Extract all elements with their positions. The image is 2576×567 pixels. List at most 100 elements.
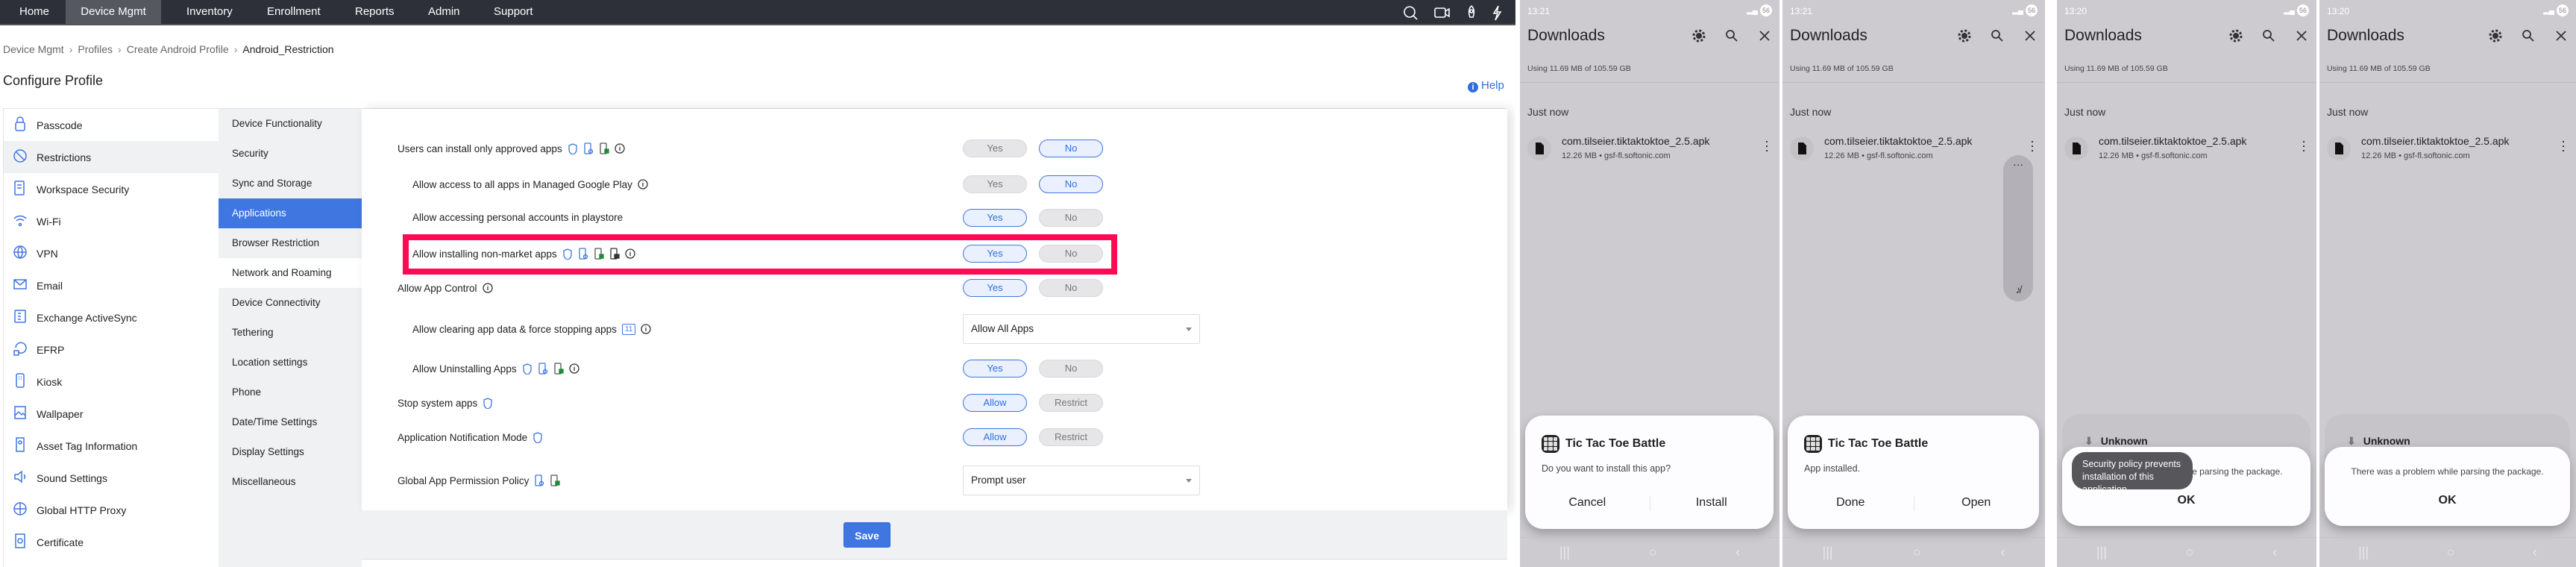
subnav-item-sync-and-storage[interactable]: Sync and Storage	[219, 169, 362, 198]
allow-button[interactable]: Allow	[963, 428, 1027, 446]
install-button[interactable]: Install	[1650, 496, 1774, 510]
video-icon[interactable]	[1433, 4, 1450, 21]
setting-select[interactable]: Allow All Apps	[963, 314, 1200, 344]
restrict-button[interactable]: Restrict	[1039, 428, 1103, 446]
recents-button[interactable]: |||	[1823, 545, 1833, 560]
no-button[interactable]: No	[1039, 245, 1103, 263]
sidebar-item-wi-fi[interactable]: Wi-Fi	[4, 205, 219, 237]
yes-button[interactable]: Yes	[963, 209, 1027, 227]
back-button[interactable]: ‹	[2272, 545, 2277, 560]
no-button[interactable]: No	[1039, 209, 1103, 227]
close-icon[interactable]	[2294, 28, 2309, 47]
sidebar-item-certificate[interactable]: Certificate	[4, 526, 219, 558]
more-options-icon[interactable]: · · ·	[2030, 134, 2035, 157]
download-file-name[interactable]: com.tilseier.tiktaktoktoe_2.5.apk	[1824, 135, 1972, 147]
yes-button[interactable]: Yes	[963, 175, 1027, 193]
done-button[interactable]: Done	[1788, 496, 1914, 510]
subnav-item-display-settings[interactable]: Display Settings	[219, 437, 362, 467]
sidebar-item-workspace-security[interactable]: Workspace Security	[4, 173, 219, 205]
settings-icon[interactable]	[2228, 28, 2243, 47]
recents-button[interactable]: |||	[2358, 545, 2369, 560]
back-button[interactable]: ‹	[2000, 545, 2005, 560]
info-icon[interactable]	[624, 248, 635, 260]
restrict-button[interactable]: Restrict	[1039, 394, 1103, 412]
settings-icon[interactable]	[1691, 28, 1706, 47]
lightning-icon[interactable]	[1489, 4, 1505, 21]
floating-side-panel[interactable]: ··· ♪̸	[2003, 155, 2033, 301]
search-icon[interactable]	[2521, 28, 2536, 47]
sidebar-item-sound-settings[interactable]: Sound Settings	[4, 462, 219, 494]
settings-icon[interactable]	[2488, 28, 2503, 47]
home-button[interactable]: ○	[2186, 545, 2194, 560]
cancel-button[interactable]: Cancel	[1525, 496, 1650, 510]
search-icon[interactable]	[1990, 28, 2005, 47]
yes-button[interactable]: Yes	[963, 140, 1027, 157]
yes-button[interactable]: Yes	[963, 279, 1027, 297]
allow-button[interactable]: Allow	[963, 394, 1027, 412]
sidebar-item-efrp[interactable]: EFRP	[4, 333, 219, 366]
no-button[interactable]: No	[1039, 360, 1103, 378]
back-button[interactable]: ‹	[1735, 545, 1740, 560]
recents-button[interactable]: |||	[2096, 545, 2107, 560]
search-icon[interactable]	[1724, 28, 1739, 47]
sidebar-item-asset-tag-information[interactable]: Asset Tag Information	[4, 430, 219, 462]
setting-select[interactable]: Prompt user	[963, 466, 1200, 495]
app-count-badge[interactable]: 11	[621, 323, 636, 335]
no-button[interactable]: No	[1039, 140, 1103, 157]
save-button[interactable]: Save	[844, 522, 890, 548]
sidebar-item-wallpaper[interactable]: Wallpaper	[4, 398, 219, 430]
home-button[interactable]: ○	[1913, 545, 1921, 560]
breadcrumb-link[interactable]: Create Android Profile	[127, 43, 229, 55]
more-options-icon[interactable]: · · ·	[2561, 134, 2566, 157]
no-button[interactable]: No	[1039, 175, 1103, 193]
subnav-item-miscellaneous[interactable]: Miscellaneous	[219, 467, 362, 497]
home-button[interactable]: ○	[2447, 545, 2455, 560]
subnav-item-applications[interactable]: Applications	[219, 198, 362, 228]
info-icon[interactable]	[641, 323, 651, 335]
nav-enrollment[interactable]: Enrollment	[257, 0, 331, 24]
nav-support[interactable]: Support	[483, 0, 544, 24]
subnav-item-device-connectivity[interactable]: Device Connectivity	[219, 288, 362, 318]
back-button[interactable]: ‹	[2533, 545, 2537, 560]
sidebar-item-exchange-activesync[interactable]: Exchange ActiveSync	[4, 301, 219, 333]
subnav-item-date-time-settings[interactable]: Date/Time Settings	[219, 407, 362, 437]
nav-admin[interactable]: Admin	[418, 0, 471, 24]
sidebar-item-global-http-proxy[interactable]: Global HTTP Proxy	[4, 494, 219, 526]
info-icon[interactable]	[568, 363, 579, 375]
sidebar-item-email[interactable]: Email	[4, 269, 219, 301]
subnav-item-browser-restriction[interactable]: Browser Restriction	[219, 228, 362, 258]
subnav-item-network-and-roaming[interactable]: Network and Roaming	[219, 258, 362, 288]
download-file-name[interactable]: com.tilseier.tiktaktoktoe_2.5.apk	[2361, 135, 2509, 147]
subnav-item-security[interactable]: Security	[219, 139, 362, 169]
recents-button[interactable]: |||	[1559, 545, 1570, 560]
close-icon[interactable]	[2023, 28, 2038, 47]
help-link[interactable]: i Help	[1468, 79, 1504, 93]
download-file-name[interactable]: com.tilseier.tiktaktoktoe_2.5.apk	[2099, 135, 2246, 147]
close-icon[interactable]	[1757, 28, 1772, 47]
settings-icon[interactable]	[1957, 28, 1972, 47]
search-icon[interactable]	[2261, 28, 2276, 47]
nav-inventory[interactable]: Inventory	[176, 0, 243, 24]
rocket-icon[interactable]	[1463, 4, 1480, 21]
sidebar-item-passcode[interactable]: Passcode	[4, 109, 219, 141]
info-icon[interactable]	[614, 142, 625, 154]
more-options-icon[interactable]: · · ·	[1765, 134, 1769, 157]
info-icon[interactable]	[638, 178, 648, 190]
info-icon[interactable]	[482, 282, 493, 294]
subnav-item-phone[interactable]: Phone	[219, 378, 362, 407]
nav-device-mgmt[interactable]: Device Mgmt	[66, 0, 161, 24]
ok-button[interactable]: OK	[2325, 494, 2570, 507]
close-icon[interactable]	[2554, 28, 2569, 47]
sidebar-item-kiosk[interactable]: Kiosk	[4, 366, 219, 398]
sidebar-item-vpn[interactable]: VPN	[4, 237, 219, 269]
breadcrumb-link[interactable]: Device Mgmt	[3, 43, 64, 55]
search-icon[interactable]	[1402, 4, 1419, 21]
open-button[interactable]: Open	[1914, 496, 2040, 510]
subnav-item-location-settings[interactable]: Location settings	[219, 348, 362, 378]
download-file-name[interactable]: com.tilseier.tiktaktoktoe_2.5.apk	[1562, 135, 1709, 147]
nav-reports[interactable]: Reports	[345, 0, 405, 24]
yes-button[interactable]: Yes	[963, 360, 1027, 378]
nav-home[interactable]: Home	[9, 0, 60, 24]
no-button[interactable]: No	[1039, 279, 1103, 297]
home-button[interactable]: ○	[1649, 545, 1657, 560]
